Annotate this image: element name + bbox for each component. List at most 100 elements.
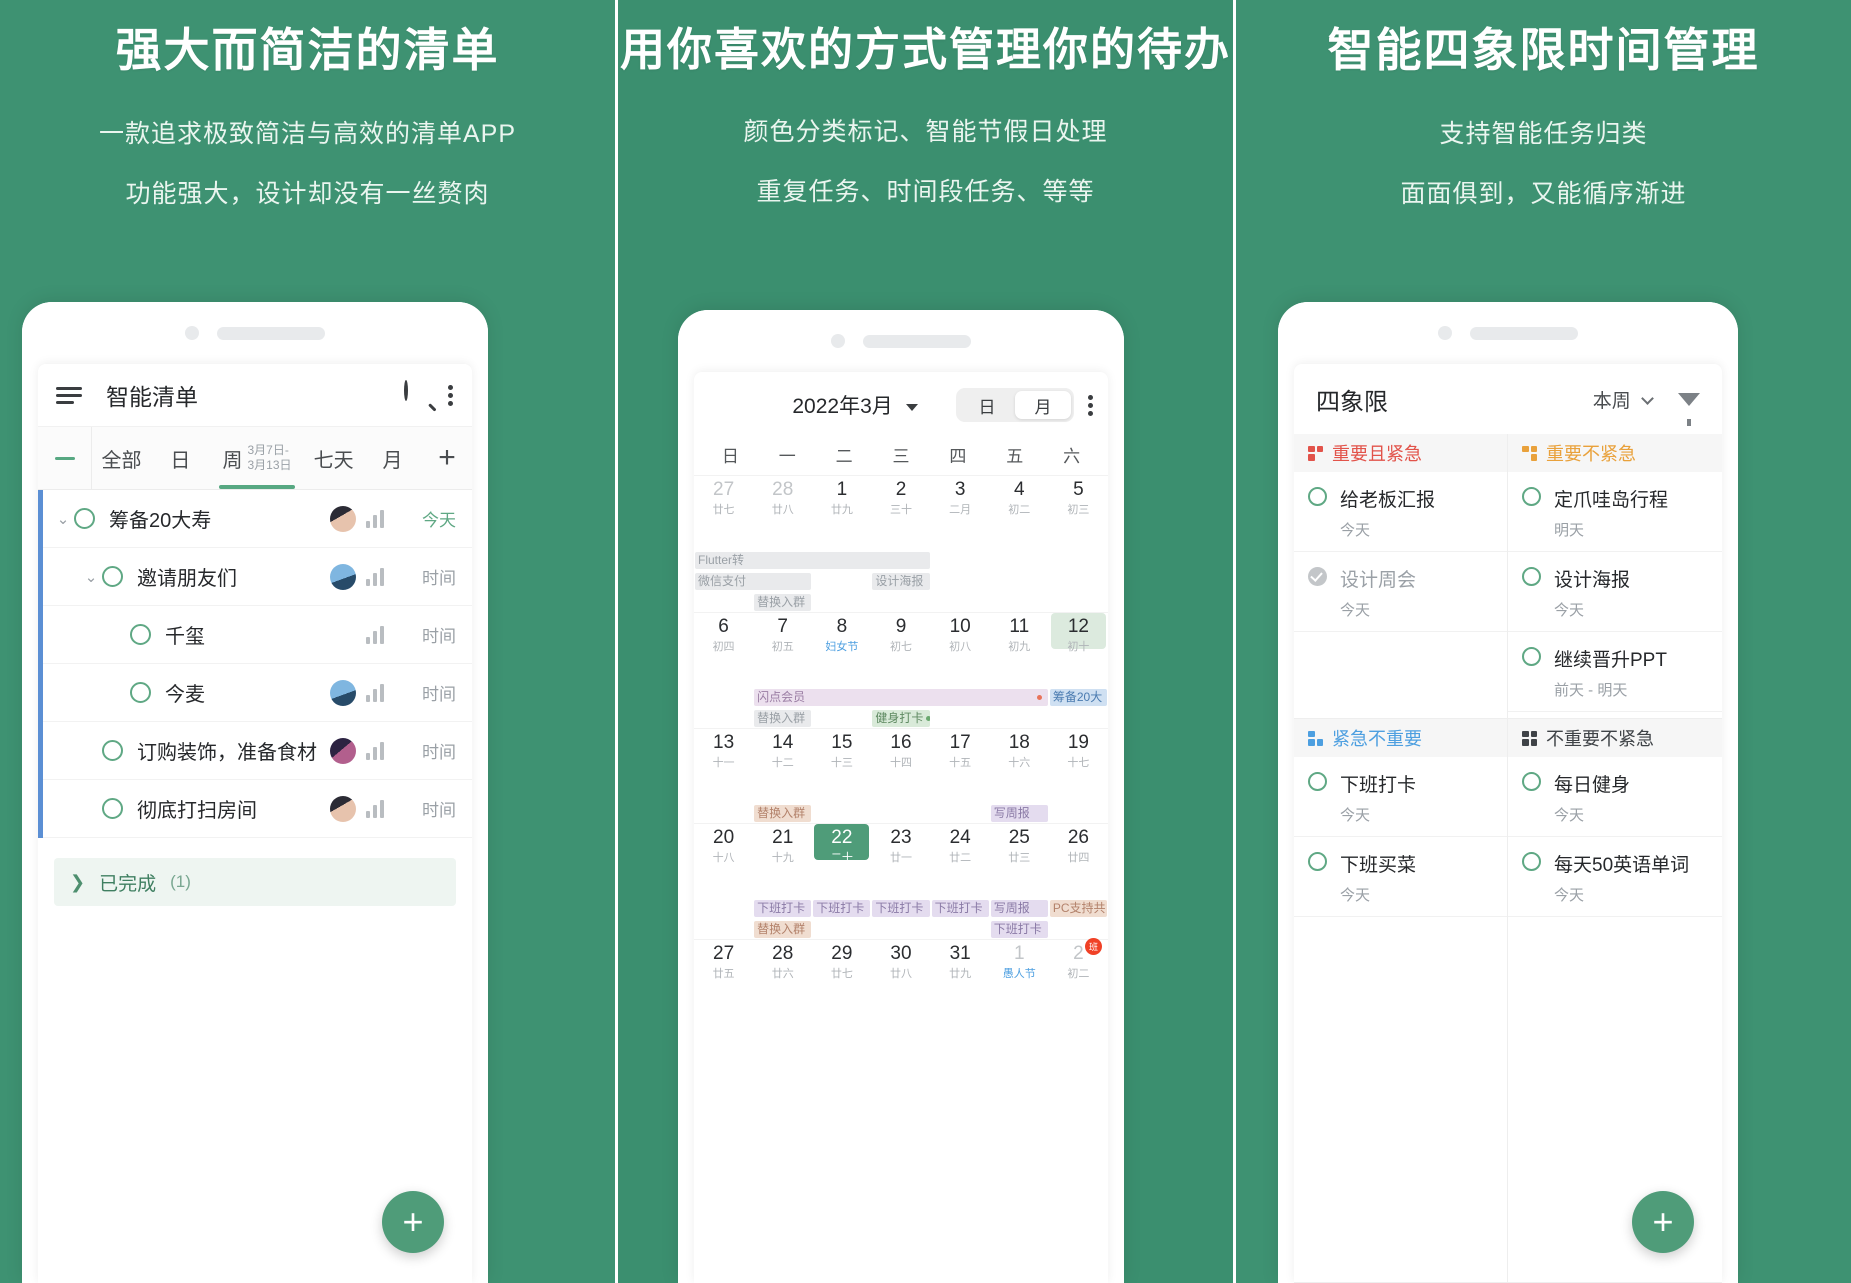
task-checkbox[interactable] [1308,567,1327,586]
calendar-day-cell[interactable]: 1 廿九 [812,480,871,549]
calendar-event[interactable]: 下班打卡 [931,900,989,917]
task-checkbox[interactable] [1522,647,1541,666]
calendar-day-cell[interactable]: 8 妇女节 [812,617,871,686]
expand-chevron-icon[interactable]: ⌄ [52,510,74,528]
calendar-day-cell[interactable]: 10 初八 [931,617,990,686]
task-row[interactable]: 订购装饰，准备食材 时间 [38,722,472,780]
segment-month[interactable]: 月 [1015,391,1071,419]
calendar-day-cell[interactable]: 7 初五 [753,617,812,686]
tab-month[interactable]: 月 [363,427,422,489]
add-task-fab[interactable]: + [1632,1191,1694,1253]
calendar-day-cell[interactable]: 21 十九 [753,828,812,897]
task-checkbox[interactable] [74,508,95,529]
task-checkbox[interactable] [130,624,151,645]
tab-seven-days[interactable]: 七天 [304,427,363,489]
quadrant-task-row[interactable]: 设计周会 今天 [1294,552,1507,632]
quadrant-task-row[interactable]: 下班买菜 今天 [1294,837,1507,917]
calendar-day-cell[interactable]: 12 初十 [1049,613,1108,686]
calendar-event[interactable]: 下班打卡 [754,900,812,917]
quadrant-task-row[interactable]: 下班打卡 今天 [1294,757,1507,837]
calendar-day-cell[interactable]: 15 十三 [812,733,871,802]
calendar-day-cell[interactable]: 27 廿五 [694,944,753,1013]
task-row[interactable]: ⌄ 筹备20大寿 今天 [38,490,472,548]
calendar-day-cell[interactable]: 6 初四 [694,617,753,686]
calendar-day-cell[interactable]: 班 2 初二 [1049,938,1108,1013]
calendar-event[interactable]: 写周报 [990,805,1048,822]
add-task-fab[interactable]: + [382,1191,444,1253]
calendar-day-cell[interactable]: 29 廿七 [812,944,871,1013]
calendar-event[interactable]: 设计海报 [872,573,930,590]
search-icon[interactable] [404,380,430,408]
tab-all[interactable]: 全部 [92,427,151,489]
calendar-day-cell[interactable]: 27 廿七 [694,480,753,549]
calendar-event[interactable]: 下班打卡 [872,900,930,917]
calendar-day-cell[interactable]: 18 十六 [990,733,1049,802]
calendar-event[interactable]: 微信支付 [695,573,812,590]
task-row[interactable]: 彻底打扫房间 时间 [38,780,472,838]
quadrant-task-row[interactable]: 每天50英语单词 今天 [1508,837,1722,917]
calendar-day-cell[interactable]: 2 三十 [871,480,930,549]
calendar-event[interactable]: 替换入群 [754,710,812,727]
task-checkbox[interactable] [1522,772,1541,791]
calendar-event[interactable]: 筹备20大 [1049,689,1107,706]
calendar-day-cell[interactable]: 28 廿八 [753,480,812,549]
task-checkbox[interactable] [1522,567,1541,586]
add-tab-button[interactable]: + [422,427,472,489]
calendar-day-cell[interactable]: 20 十八 [694,828,753,897]
expand-chevron-icon[interactable]: ⌄ [80,568,102,586]
task-checkbox[interactable] [1522,487,1541,506]
calendar-day-cell[interactable]: 1 愚人节 [990,944,1049,1013]
task-checkbox[interactable] [102,798,123,819]
calendar-day-cell[interactable]: 16 十四 [871,733,930,802]
calendar-day-cell[interactable]: 25 廿三 [990,828,1049,897]
calendar-day-cell[interactable]: 28 廿六 [753,944,812,1013]
calendar-event[interactable]: Flutter转 [695,552,930,569]
task-checkbox[interactable] [102,740,123,761]
more-vertical-icon[interactable] [448,382,454,408]
calendar-event[interactable]: 替换入群 [754,594,812,611]
calendar-event[interactable]: 闪点会员 [754,689,1048,706]
task-checkbox[interactable] [102,566,123,587]
quadrant-task-row[interactable]: 设计海报 今天 [1508,552,1722,632]
calendar-day-cell[interactable]: 31 廿九 [931,944,990,1013]
quadrant-task-row[interactable]: 给老板汇报 今天 [1294,472,1507,552]
quadrant-task-row[interactable]: 每日健身 今天 [1508,757,1722,837]
calendar-event[interactable]: 健身打卡 [872,710,930,727]
task-row[interactable]: 今麦 时间 [38,664,472,722]
calendar-day-cell[interactable]: 14 十二 [753,733,812,802]
task-checkbox[interactable] [1308,852,1327,871]
task-checkbox[interactable] [1308,487,1327,506]
hamburger-icon[interactable] [56,382,82,408]
calendar-day-cell[interactable]: 30 廿八 [871,944,930,1013]
month-selector[interactable]: 2022年3月 [708,390,956,420]
quadrant-task-row[interactable]: 定爪哇岛行程 明天 [1508,472,1722,552]
tab-week[interactable]: 周 3月7日- 3月13日 [210,427,304,489]
completed-section-header[interactable]: ❯ 已完成 (1) [54,858,456,906]
calendar-event[interactable]: 写周报 [990,900,1048,917]
calendar-day-cell[interactable]: 19 十七 [1049,733,1108,802]
calendar-day-cell[interactable]: 3 二月 [931,480,990,549]
collapse-button[interactable] [38,427,92,489]
calendar-day-cell[interactable]: 13 十一 [694,733,753,802]
calendar-event[interactable]: 替换入群 [754,805,812,822]
calendar-day-cell[interactable]: 4 初二 [990,480,1049,549]
task-checkbox[interactable] [1522,852,1541,871]
task-checkbox[interactable] [130,682,151,703]
calendar-day-cell[interactable]: 9 初七 [871,617,930,686]
task-row[interactable]: 千玺 时间 [38,606,472,664]
task-checkbox[interactable] [1308,772,1327,791]
calendar-day-cell[interactable]: 23 廿一 [871,828,930,897]
calendar-day-cell[interactable]: 5 初三 [1049,480,1108,549]
week-filter-button[interactable]: 本周 [1593,386,1654,413]
task-row[interactable]: ⌄ 邀请朋友们 时间 [38,548,472,606]
quadrant-task-row[interactable]: 继续晋升PPT 前天 - 明天 [1508,632,1722,712]
tab-day[interactable]: 日 [151,427,210,489]
calendar-event[interactable]: 下班打卡 [813,900,871,917]
calendar-event[interactable]: 替换入群 [754,921,812,938]
calendar-day-cell[interactable]: 26 廿四 [1049,828,1108,897]
calendar-event[interactable]: 下班打卡 [990,921,1048,938]
calendar-event[interactable]: PC支持共 [1049,900,1107,917]
more-vertical-icon[interactable] [1088,392,1094,418]
funnel-icon[interactable] [1678,392,1700,426]
calendar-day-cell[interactable]: 22 二十 [812,824,871,897]
